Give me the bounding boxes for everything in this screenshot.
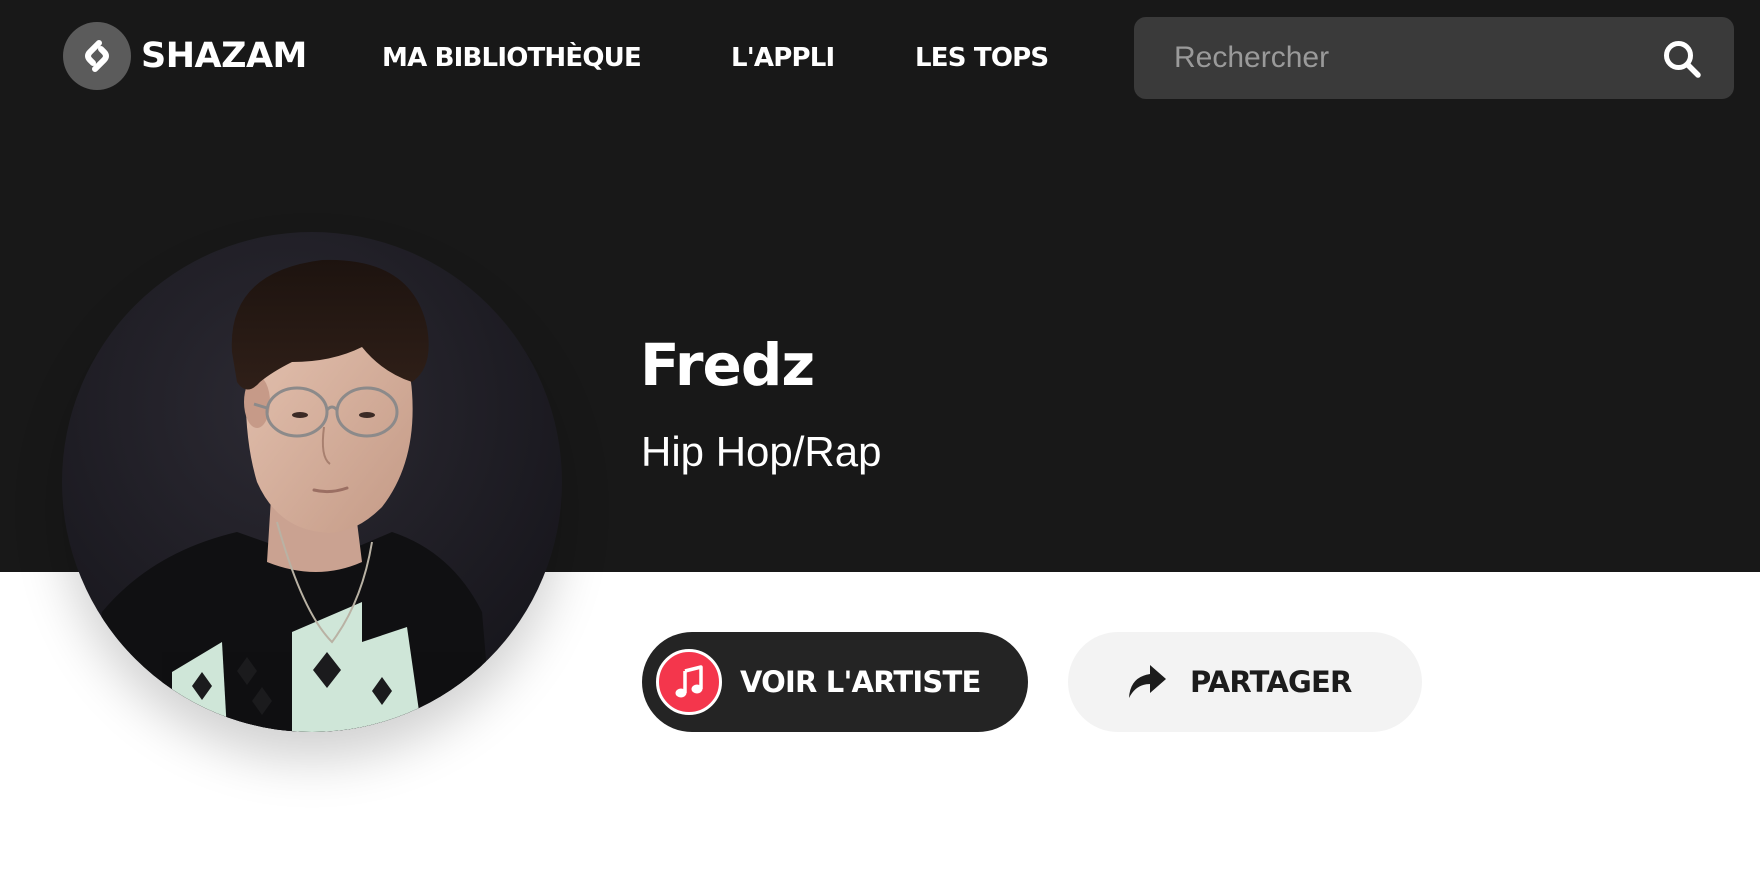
artist-name: Fredz bbox=[640, 331, 815, 399]
view-artist-label: VOIR L'ARTISTE bbox=[740, 665, 981, 699]
nav-link-charts[interactable]: LES TOPS bbox=[915, 40, 1049, 76]
shazam-logo-icon bbox=[63, 22, 131, 90]
share-button[interactable]: PARTAGER bbox=[1068, 632, 1422, 732]
artist-photo bbox=[62, 232, 562, 732]
search-icon[interactable] bbox=[1662, 39, 1702, 79]
search-input[interactable] bbox=[1174, 17, 1654, 99]
share-label: PARTAGER bbox=[1190, 665, 1352, 699]
shazam-logo-link[interactable]: SHAZAM bbox=[63, 22, 307, 90]
nav-link-library[interactable]: MA BIBLIOTHÈQUE bbox=[382, 40, 642, 76]
apple-music-icon bbox=[656, 649, 722, 715]
share-arrow-icon bbox=[1126, 663, 1168, 701]
search-bar bbox=[1134, 17, 1734, 99]
artist-genre: Hip Hop/Rap bbox=[641, 428, 882, 475]
shazam-wordmark: SHAZAM bbox=[141, 36, 307, 76]
nav-link-app[interactable]: L'APPLI bbox=[731, 40, 835, 76]
view-artist-button[interactable]: VOIR L'ARTISTE bbox=[642, 632, 1028, 732]
